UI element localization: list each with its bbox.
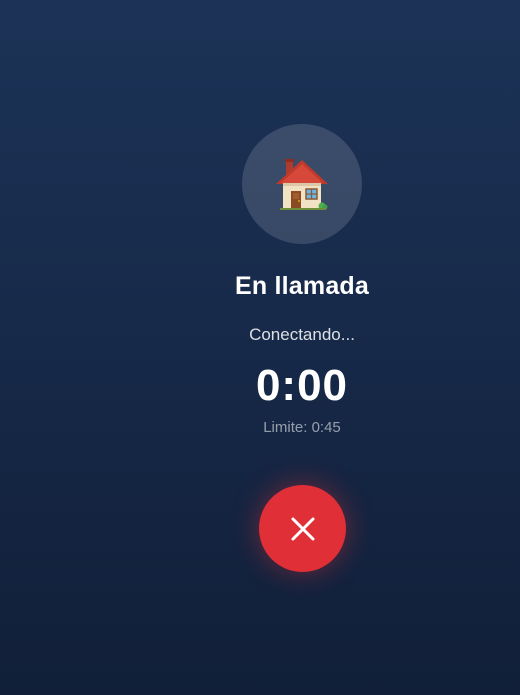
call-limit-label: Limite: bbox=[263, 419, 308, 436]
call-timer: 0:00 bbox=[255, 361, 349, 410]
call-screen: En llamada Conectando... 0:00 Limite: 0:… bbox=[0, 0, 520, 695]
call-status: Conectando... bbox=[249, 325, 355, 344]
house-icon bbox=[276, 159, 328, 210]
call-title: En llamada bbox=[235, 272, 369, 300]
call-limit-value: 0:45 bbox=[311, 419, 341, 436]
call-limit: Limite: 0:45 bbox=[0, 418, 520, 438]
close-icon bbox=[291, 517, 314, 540]
contact-avatar bbox=[242, 124, 362, 244]
hang-up-button[interactable] bbox=[259, 485, 346, 572]
